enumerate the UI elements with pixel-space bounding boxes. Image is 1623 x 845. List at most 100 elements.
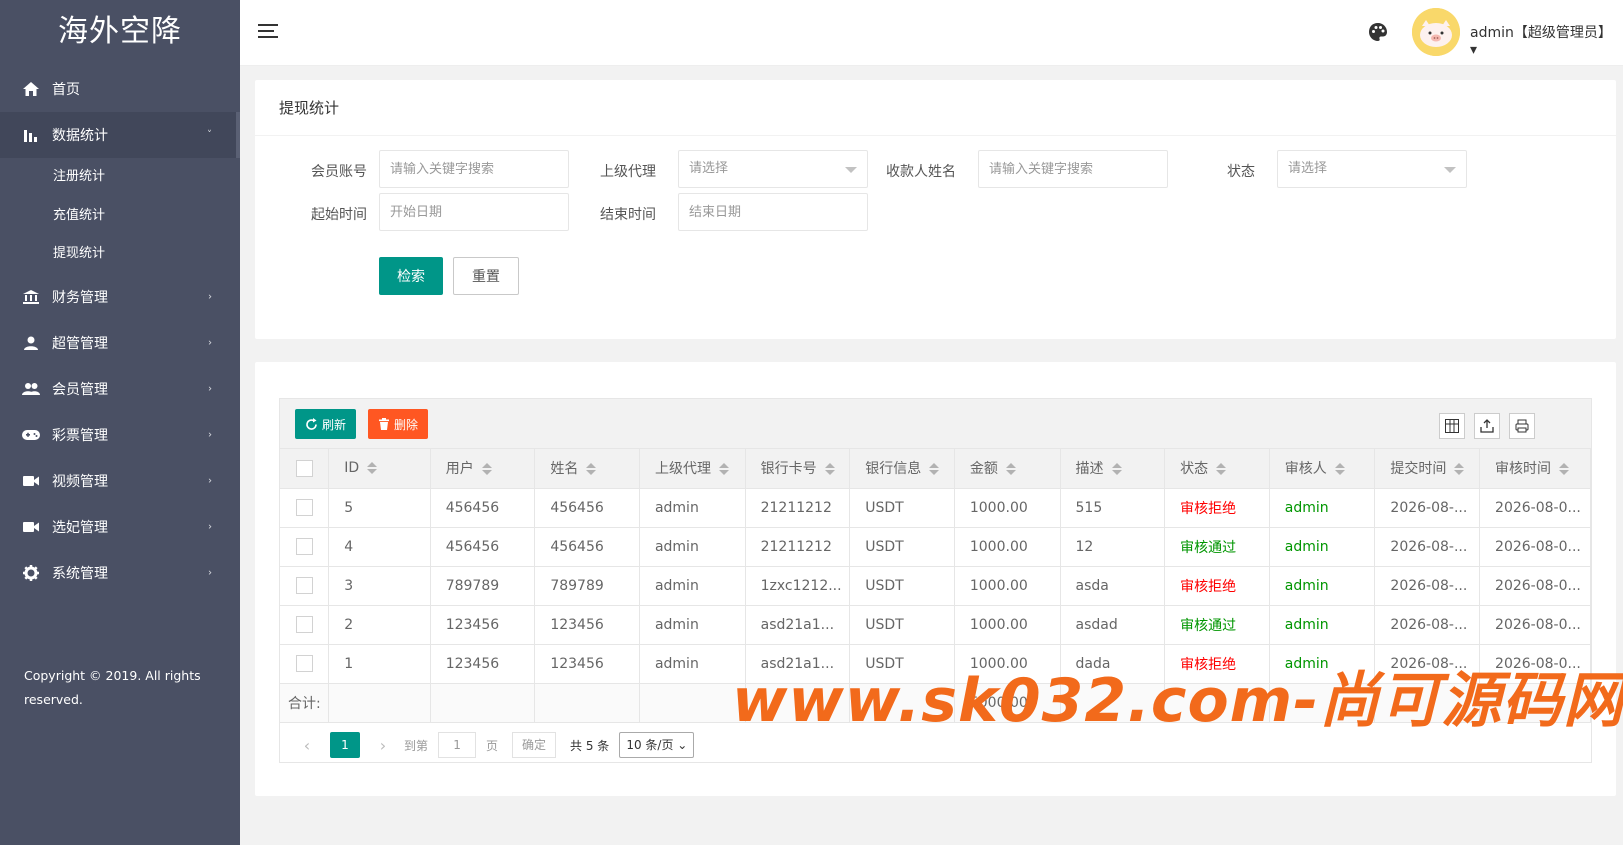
- page-jump-input[interactable]: 1: [438, 732, 477, 758]
- select-all-checkbox-cell: [280, 449, 330, 489]
- cell-submit: 2026-08-...: [1374, 605, 1481, 645]
- print-icon[interactable]: [1509, 413, 1535, 439]
- sidebar-item-label: 选妃管理: [52, 520, 108, 537]
- member-label: 会员账号: [311, 164, 367, 180]
- sidebar-item-home[interactable]: 首页: [0, 66, 240, 112]
- payee-search-input[interactable]: [978, 150, 1168, 188]
- page-confirm-button[interactable]: 确定: [512, 732, 557, 758]
- columns-filter-icon[interactable]: [1439, 413, 1465, 439]
- sidebar: 海外空降 首页 数据统计 ˅ 注册统计 充值统计 提现统计 财务管理 › 超管管…: [0, 0, 240, 845]
- goto-label: 到第: [404, 738, 429, 753]
- refresh-button[interactable]: 刷新: [295, 409, 357, 439]
- user-menu[interactable]: admin【超级管理员】 ▾: [1470, 22, 1623, 58]
- table-row[interactable]: 4 456456 456456 admin 21211212 USDT 1000.00 12 审…: [280, 527, 1591, 567]
- cell-audit: 2026-08-0...: [1479, 527, 1591, 567]
- menu-toggle-icon[interactable]: [258, 24, 278, 40]
- page-size-select[interactable]: 10 条/页 ⌄: [619, 732, 695, 758]
- brand-logo: 海外空降: [58, 14, 182, 49]
- column-header[interactable]: 审核时间: [1479, 449, 1591, 489]
- sidebar-item-concubine[interactable]: 选妃管理 ›: [0, 504, 240, 550]
- export-icon[interactable]: [1474, 413, 1500, 439]
- cell-name: 456456: [534, 527, 640, 567]
- page-current[interactable]: 1: [330, 732, 360, 758]
- avatar[interactable]: [1412, 8, 1460, 56]
- home-icon: [22, 81, 40, 97]
- sidebar-item-finance[interactable]: 财务管理 ›: [0, 274, 240, 320]
- row-checkbox[interactable]: [295, 616, 313, 633]
- cell-user: 456456: [430, 488, 536, 528]
- sidebar-item-label: 首页: [52, 82, 80, 98]
- column-header[interactable]: 银行信息: [849, 449, 955, 489]
- cell-agent: admin: [639, 605, 746, 645]
- sort-icon[interactable]: [586, 463, 597, 476]
- sort-icon[interactable]: [1454, 463, 1465, 476]
- sidebar-item-data-stats[interactable]: 数据统计 ˅: [0, 112, 240, 158]
- sidebar-item-system[interactable]: 系统管理 ›: [0, 550, 240, 596]
- agent-label: 上级代理: [600, 164, 656, 180]
- bank-icon: [22, 289, 40, 305]
- sidebar-subitem-register-stats[interactable]: 注册统计: [0, 158, 240, 197]
- column-header[interactable]: 描述: [1060, 449, 1166, 489]
- row-checkbox[interactable]: [295, 499, 313, 516]
- column-header[interactable]: 审核人: [1269, 449, 1376, 489]
- select-all-checkbox[interactable]: [295, 459, 313, 477]
- sort-icon[interactable]: [824, 463, 835, 476]
- chevron-right-icon: ›: [208, 429, 212, 441]
- row-checkbox[interactable]: [295, 538, 313, 555]
- cell-card: 1zxc1212...: [745, 566, 851, 606]
- cell-user: 789789: [430, 566, 536, 606]
- status-select[interactable]: 请选择: [1277, 150, 1467, 188]
- cell-id: 5: [328, 488, 431, 528]
- sort-icon[interactable]: [1111, 463, 1122, 476]
- page-title: 提现统计: [255, 80, 1616, 136]
- row-checkbox[interactable]: [295, 655, 313, 672]
- column-header[interactable]: 金额: [954, 449, 1061, 489]
- column-header[interactable]: 提交时间: [1374, 449, 1481, 489]
- table-row[interactable]: 2 123456 123456 admin asd21a1... USDT 1000.00 a…: [280, 605, 1591, 645]
- sort-icon[interactable]: [929, 463, 940, 476]
- sidebar-item-members[interactable]: 会员管理 ›: [0, 366, 240, 412]
- column-header[interactable]: ID: [328, 449, 431, 489]
- search-button[interactable]: 检索: [379, 257, 443, 295]
- sort-icon[interactable]: [1559, 463, 1570, 476]
- agent-select[interactable]: 请选择: [678, 150, 868, 188]
- column-header[interactable]: 用户: [430, 449, 536, 489]
- sidebar-item-lottery[interactable]: 彩票管理 ›: [0, 412, 240, 458]
- search-panel: 提现统计 会员账号 上级代理 请选择 收款人姓名 状态 请选择 起始时间 结束时…: [255, 80, 1616, 339]
- sidebar-subitem-withdraw-stats[interactable]: 提现统计: [0, 235, 240, 274]
- column-header[interactable]: 银行卡号: [745, 449, 851, 489]
- sort-icon[interactable]: [367, 462, 378, 475]
- palette-icon[interactable]: [1368, 22, 1388, 42]
- row-checkbox-cell: [280, 605, 330, 645]
- end-date-input[interactable]: [678, 193, 868, 231]
- column-header[interactable]: 姓名: [534, 449, 640, 489]
- table-row[interactable]: 3 789789 789789 admin 1zxc1212... USDT 1000.00…: [280, 566, 1591, 606]
- sort-icon[interactable]: [1334, 463, 1345, 476]
- sidebar-item-super-admin[interactable]: 超管管理 ›: [0, 320, 240, 366]
- sort-icon[interactable]: [1216, 463, 1227, 476]
- page-unit-label: 页: [486, 738, 499, 753]
- status-label: 状态: [1227, 164, 1255, 180]
- column-header[interactable]: 状态: [1164, 449, 1270, 489]
- sidebar-subitem-recharge-stats[interactable]: 充值统计: [0, 197, 240, 236]
- users-icon: [22, 381, 40, 397]
- caret-down-icon: ▾: [1470, 42, 1478, 58]
- caret-down-icon: [845, 167, 857, 173]
- sort-icon[interactable]: [1005, 463, 1016, 476]
- next-page-icon[interactable]: ›: [368, 736, 398, 755]
- sidebar-item-videos[interactable]: 视频管理 ›: [0, 458, 240, 504]
- start-date-input[interactable]: [379, 193, 569, 231]
- sidebar-item-label: 财务管理: [52, 290, 108, 307]
- delete-button[interactable]: 删除: [368, 409, 429, 439]
- table-row[interactable]: 5 456456 456456 admin 21211212 USDT 1000.00 515…: [280, 488, 1591, 528]
- cell-bank: USDT: [849, 527, 955, 567]
- cell-amount: 1000.00: [954, 566, 1061, 606]
- prev-page-icon[interactable]: ‹: [292, 736, 322, 755]
- reset-button[interactable]: 重置: [453, 257, 519, 295]
- sort-icon[interactable]: [481, 463, 492, 476]
- column-header[interactable]: 上级代理: [639, 449, 746, 489]
- cell-card: 21211212: [745, 527, 851, 567]
- member-search-input[interactable]: [379, 150, 569, 188]
- sort-icon[interactable]: [718, 463, 729, 476]
- row-checkbox[interactable]: [295, 577, 313, 594]
